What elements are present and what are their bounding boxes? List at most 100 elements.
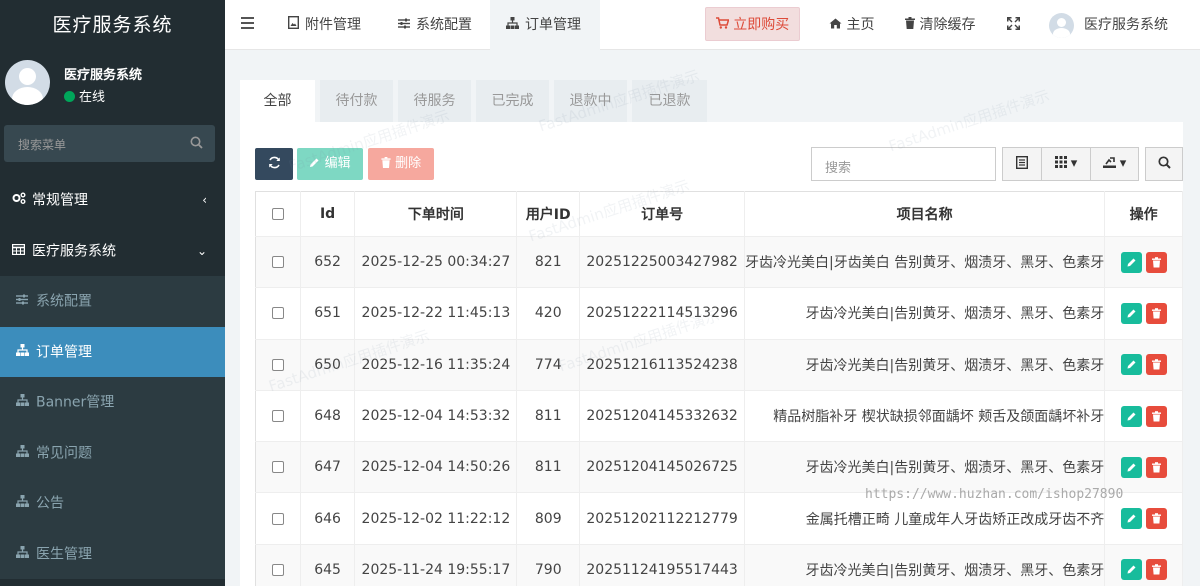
sidebar-item-0[interactable]: 常规管理 ‹: [0, 175, 225, 226]
pencil-icon: [1127, 514, 1136, 523]
header-user-name[interactable]: 医疗服务系统: [1084, 0, 1168, 50]
sidebar-item-7[interactable]: 医生管理: [0, 528, 225, 580]
row-checkbox[interactable]: [271, 358, 284, 371]
filter-tab-pending-service[interactable]: 待服务: [398, 80, 471, 122]
cell-id: 647: [300, 441, 356, 494]
trash-icon: [1151, 410, 1161, 422]
row-checkbox[interactable]: [271, 256, 284, 269]
table-row[interactable]: 647 2025-12-04 14:50:26 811 202512041450267…: [255, 441, 1183, 494]
col-header-order-time[interactable]: 下单时间: [354, 191, 518, 237]
sidebar-item-label: 常规管理: [32, 192, 88, 209]
table-row[interactable]: 652 2025-12-25 00:34:27 821 202512250034279…: [255, 236, 1183, 289]
cell-order-time: 2025-12-04 14:53:32: [354, 390, 518, 443]
toggle-view-button[interactable]: [1002, 147, 1042, 181]
edit-button[interactable]: 编辑: [297, 148, 363, 180]
edit-button-label: 编辑: [324, 156, 351, 171]
row-edit-button[interactable]: [1120, 508, 1142, 530]
row-checkbox[interactable]: [271, 410, 284, 423]
chevron-left-icon: ‹: [202, 193, 207, 207]
trash-icon: [1151, 359, 1161, 370]
refresh-button[interactable]: [255, 148, 293, 180]
export-dropdown-button[interactable]: ▾: [1090, 147, 1139, 181]
row-delete-button[interactable]: [1145, 302, 1167, 324]
header-avatar[interactable]: [1049, 13, 1074, 38]
row-edit-button[interactable]: [1120, 251, 1142, 273]
sidebar-item-3[interactable]: 订单管理: [0, 326, 225, 377]
row-edit-button[interactable]: [1120, 302, 1142, 324]
home-link[interactable]: 主页: [829, 0, 874, 50]
col-header-user-id[interactable]: 用户ID: [516, 191, 581, 237]
trash-icon: [381, 156, 395, 171]
user-status: 在线: [64, 86, 105, 105]
user-name: 医疗服务系统: [64, 68, 143, 83]
top-navbar: 附件管理 系统配置 订单管理 立即购买 主页 清除缓存 医疗服务系统: [225, 0, 1200, 50]
trash-icon: [1151, 513, 1161, 524]
buy-now-button[interactable]: 立即购买: [705, 7, 800, 41]
filter-tab-completed[interactable]: 已完成: [476, 80, 549, 122]
row-edit-button[interactable]: [1120, 559, 1142, 581]
row-edit-button[interactable]: [1120, 354, 1142, 376]
table-search-input[interactable]: 搜索: [811, 147, 996, 181]
sidebar-search-input[interactable]: 搜索菜单: [4, 125, 215, 162]
chevron-down-icon: ⌄: [196, 243, 207, 258]
row-checkbox[interactable]: [271, 307, 284, 320]
clear-cache-link[interactable]: 清除缓存: [905, 0, 975, 50]
select-all-checkbox[interactable]: [271, 208, 284, 220]
table-row[interactable]: 645 2025-11-24 19:55:17 790 202511241955174…: [255, 544, 1183, 586]
filter-tab-refunding[interactable]: 退款中: [554, 80, 627, 122]
row-checkbox[interactable]: [271, 461, 284, 474]
online-dot-icon: [64, 91, 75, 102]
delete-button-label: 删除: [395, 156, 422, 171]
row-delete-button[interactable]: [1145, 405, 1167, 427]
row-edit-button[interactable]: [1120, 405, 1142, 427]
sidebar-search-placeholder: 搜索菜单: [18, 138, 67, 152]
filter-tab-all[interactable]: 全部: [240, 80, 315, 122]
table-header-row: Id 下单时间 用户ID 订单号 项目名称 操作: [255, 191, 1183, 237]
filter-tab-refunded[interactable]: 已退款: [632, 80, 707, 122]
sitemap-icon: [506, 1, 519, 51]
row-checkbox-cell: [255, 492, 301, 545]
sitemap-icon: [16, 529, 36, 580]
row-delete-button[interactable]: [1145, 559, 1167, 581]
user-panel: 医疗服务系统 在线: [0, 50, 225, 116]
row-checkbox[interactable]: [271, 512, 284, 525]
home-label: 主页: [846, 17, 875, 33]
sidebar-item-6[interactable]: 公告: [0, 478, 225, 529]
col-header-id[interactable]: Id: [300, 191, 356, 237]
sitemap-icon: [16, 377, 36, 428]
delete-button[interactable]: 删除: [368, 148, 434, 180]
advanced-search-button[interactable]: [1145, 147, 1183, 181]
search-icon[interactable]: [190, 136, 203, 153]
columns-dropdown-button[interactable]: ▾: [1041, 147, 1091, 181]
sidebar-item-4[interactable]: Banner管理: [0, 377, 225, 428]
tab-attachments[interactable]: 附件管理: [275, 0, 380, 50]
clear-cache-label: 清除缓存: [919, 17, 976, 33]
row-checkbox[interactable]: [271, 563, 284, 576]
tab-order-management-label: 订单管理: [525, 17, 581, 33]
tab-order-management[interactable]: 订单管理: [490, 0, 600, 50]
trash-icon: [1151, 462, 1161, 473]
cell-actions: [1104, 390, 1183, 443]
col-header-order-no[interactable]: 订单号: [579, 191, 746, 237]
cell-project-name: 牙齿冷光美白|告别黄牙、烟渍牙、黑牙、色素牙: [744, 544, 1106, 586]
tab-system-config[interactable]: 系统配置: [385, 0, 490, 50]
col-header-project-name[interactable]: 项目名称: [744, 191, 1106, 237]
table-row[interactable]: 651 2025-12-22 11:45:13 420 202512221145132…: [255, 287, 1183, 340]
row-delete-button[interactable]: [1145, 251, 1167, 273]
filter-tab-pending-payment[interactable]: 待付款: [320, 80, 393, 122]
sidebar-item-2[interactable]: 系统配置: [0, 276, 225, 327]
brand-title[interactable]: 医疗服务系统: [0, 0, 225, 50]
table-row[interactable]: 650 2025-12-16 11:35:24 774 202512161135242…: [255, 339, 1183, 391]
row-delete-button[interactable]: [1145, 354, 1167, 376]
row-edit-button[interactable]: [1120, 456, 1142, 478]
sidebar-item-5[interactable]: 常见问题: [0, 427, 225, 478]
pencil-icon: [1127, 309, 1136, 318]
table-row[interactable]: 648 2025-12-04 14:53:32 811 202512041453326…: [255, 390, 1183, 443]
menu-toggle-icon[interactable]: [241, 17, 254, 29]
row-delete-button[interactable]: [1145, 456, 1167, 478]
sidebar-item-1[interactable]: 医疗服务系统 ⌄: [0, 226, 225, 277]
row-delete-button[interactable]: [1145, 508, 1167, 530]
pencil-icon: [309, 156, 324, 171]
fullscreen-icon[interactable]: [1006, 0, 1021, 50]
cell-project-name: 牙齿冷光美白|牙齿美白 告别黄牙、烟渍牙、黑牙、色素牙: [744, 236, 1106, 289]
